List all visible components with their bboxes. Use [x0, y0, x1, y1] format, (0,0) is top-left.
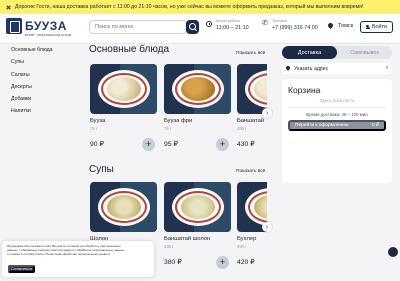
checkout-label: Перейти к оформлению	[295, 123, 349, 128]
sidebar-item-drinks[interactable]: Напитки	[11, 109, 53, 121]
tab-pickup[interactable]: Самовывоз	[337, 46, 392, 59]
login-label: Войти	[371, 24, 388, 30]
product-name: Бууза фри	[164, 118, 193, 124]
hours-value: 11:00 – 21:10	[216, 25, 249, 31]
product-name: Баншатай	[237, 118, 265, 124]
product-image[interactable]	[164, 182, 231, 232]
chevron-right-icon: ›	[386, 65, 388, 71]
location-pin-icon	[326, 21, 335, 30]
announcement-banner: Дорогие Гости, наша доставка работает с …	[0, 0, 400, 14]
product-price: 420 ₽	[237, 259, 255, 266]
cart-title: Корзина	[288, 85, 321, 95]
carousel-next-button[interactable]: ›	[262, 222, 272, 232]
product-image[interactable]	[90, 64, 157, 114]
product-weight: 450 г	[237, 244, 247, 249]
product-name: Баншатай шолон	[164, 236, 211, 242]
product-image[interactable]	[90, 182, 157, 232]
brand-subtitle: БУРЯТ · МОНГОЛЬСКАЯ КУХНЯ	[25, 33, 71, 37]
cart: Корзина Здесь пока пусто Время доставки:…	[282, 79, 392, 183]
close-icon[interactable]	[6, 5, 11, 10]
product-price: 95 ₽	[164, 141, 178, 148]
hours-label: Время работы	[216, 19, 241, 23]
product-name: Бухлер	[237, 236, 257, 242]
carousel-next-button[interactable]: ›	[262, 108, 272, 118]
delivery-tabs: Доставка Самовывоз	[282, 46, 392, 59]
checkout-button[interactable]: Перейти к оформлению 0 ₽	[288, 120, 386, 131]
add-to-cart-button[interactable]: +	[216, 256, 229, 269]
phone-icon: ✆	[262, 20, 268, 27]
cookie-accept-button[interactable]: Согласиться	[8, 265, 35, 273]
section-title-main-dishes: Основные блюда	[89, 44, 170, 55]
product-card[interactable]: Бууза фри 75 г 95 ₽ +	[164, 64, 231, 151]
header: БУУЗА БУРЯТ · МОНГОЛЬСКАЯ КУХНЯ Время ра…	[0, 14, 400, 44]
show-all-link[interactable]: Показать всё	[236, 51, 265, 56]
add-to-cart-button[interactable]: +	[216, 138, 229, 151]
product-card[interactable]: Баншатай шолон 430 г 380 ₽ +	[164, 182, 231, 269]
section-title-soups: Супы	[89, 164, 114, 175]
product-price: 90 ₽	[90, 141, 104, 148]
product-card[interactable]: Бууза 75 г 90 ₽ +	[90, 64, 157, 151]
cookie-text: Продолжая использовать сайт, Вы даете со…	[7, 244, 125, 256]
login-button[interactable]: Войти	[360, 21, 393, 33]
product-name: Бууза	[90, 118, 106, 124]
show-all-link[interactable]: Показать всё	[236, 169, 265, 174]
product-weight: 75 г	[164, 126, 172, 131]
checkout-total: 0 ₽	[371, 123, 379, 128]
search-button[interactable]	[186, 20, 199, 34]
product-image[interactable]	[237, 64, 267, 114]
cookie-notice: Продолжая использовать сайт, Вы даете со…	[2, 241, 154, 277]
add-to-cart-button[interactable]: +	[142, 138, 155, 151]
delivery-time: Время доставки: 40 – 100 мин	[306, 112, 368, 117]
address-label: Указать адрес	[294, 65, 329, 72]
product-weight: 75 г	[90, 126, 98, 131]
address-selector[interactable]: Указать адрес ›	[282, 63, 392, 74]
product-weight: 430 г	[164, 244, 174, 249]
clock-icon	[206, 21, 212, 27]
search-input[interactable]	[89, 20, 187, 34]
city-selector[interactable]: Томск	[338, 23, 353, 29]
tab-delivery[interactable]: Доставка	[282, 46, 337, 59]
logo-icon[interactable]	[6, 18, 22, 34]
phone-number[interactable]: +7 (999) 316 74 00	[272, 25, 318, 31]
product-price: 430 ₽	[237, 141, 255, 148]
cart-empty-text: Здесь пока пусто	[319, 98, 355, 103]
chat-widget-button[interactable]	[388, 247, 398, 257]
product-price: 380 ₽	[164, 259, 182, 266]
product-image[interactable]	[164, 64, 231, 114]
banner-text: Дорогие Гости, наша доставка работает с …	[15, 4, 364, 10]
phone-label: Телефон	[272, 19, 287, 23]
sidebar-item-soups[interactable]: Супы	[11, 59, 53, 72]
divider	[288, 107, 386, 108]
location-pin-icon	[285, 65, 291, 71]
brand-name[interactable]: БУУЗА	[25, 19, 67, 33]
user-icon	[365, 24, 370, 30]
category-sidebar: Основные блюда Супы Салаты Десерты Добав…	[11, 47, 53, 122]
product-weight: 485 г	[237, 126, 247, 131]
product-card[interactable]: Шолон	[90, 182, 157, 242]
